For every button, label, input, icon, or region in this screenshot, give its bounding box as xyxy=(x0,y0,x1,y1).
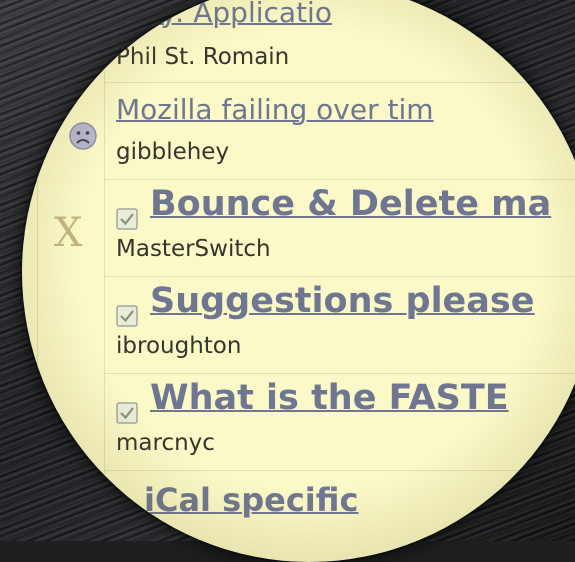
thread-title-link[interactable]: Mozilla failing over tim xyxy=(116,93,434,126)
status-column xyxy=(22,0,38,562)
thread-author: marcnyc xyxy=(116,430,215,456)
thread-title-link[interactable]: iCal specific xyxy=(144,481,358,519)
thread-row[interactable]: What is the FASTE marcnyc xyxy=(104,374,575,471)
sad-face-icon xyxy=(69,122,97,150)
flag-mark: X xyxy=(54,210,83,256)
flag-column xyxy=(37,0,105,562)
thread-row[interactable]: Suggestions please ibroughton xyxy=(104,277,575,374)
checkbox-check-icon[interactable] xyxy=(116,402,138,424)
thread-author: MasterSwitch xyxy=(116,236,271,262)
thread-title-link[interactable]: Suggestions please xyxy=(150,281,535,321)
thread-author: Phil St. Romain xyxy=(116,44,290,70)
checkbox-check-icon[interactable] xyxy=(116,208,138,230)
thread-title-link[interactable]: What is the FASTE xyxy=(150,378,509,418)
thread-author: ibroughton xyxy=(116,333,242,359)
thread-row[interactable]: X Bounce & Delete ma MasterSwitch xyxy=(54,180,575,277)
checkbox-check-icon[interactable] xyxy=(116,305,138,327)
thread-row[interactable]: iCal specific xyxy=(104,471,575,562)
thread-title-link[interactable]: icky: Applicatio xyxy=(122,0,332,29)
thread-row[interactable]: Mozilla failing over tim gibblehey xyxy=(69,83,575,180)
magnifier-lens: icky: Applicatio Phil St. Romain Mozilla… xyxy=(22,0,575,562)
thread-title-link[interactable]: Bounce & Delete ma xyxy=(150,184,551,224)
thread-row[interactable]: icky: Applicatio Phil St. Romain xyxy=(104,0,575,83)
thread-author: gibblehey xyxy=(116,139,230,165)
